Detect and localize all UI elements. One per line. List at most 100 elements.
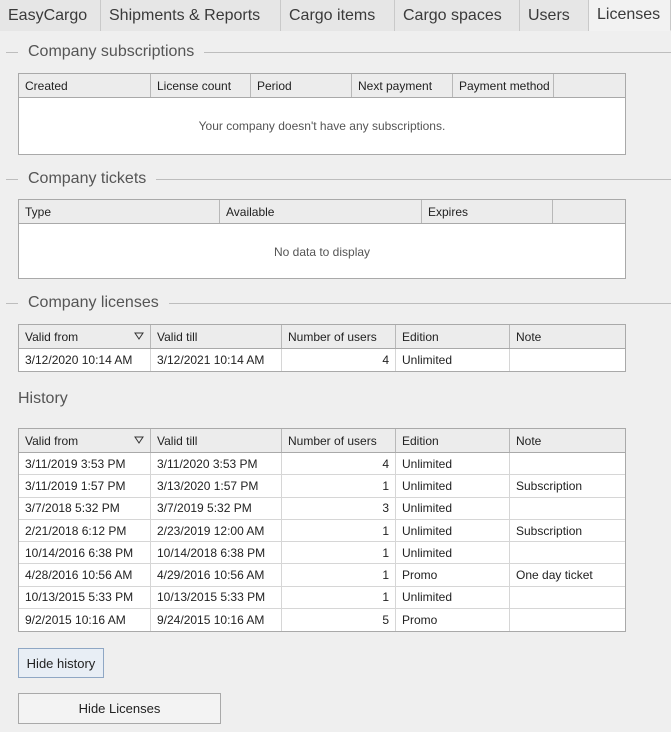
column-header-filler: [553, 200, 625, 223]
cell-number-of-users: 4: [282, 453, 396, 475]
licenses-grid: Valid from Valid till Number of users Ed…: [18, 324, 626, 372]
filter-icon[interactable]: [134, 331, 144, 341]
cell-note: One day ticket: [516, 568, 593, 583]
cell-number-of-users: 3: [282, 497, 396, 519]
licenses-page: Company subscriptions Created License co…: [0, 31, 671, 732]
cell-edition: Unlimited: [396, 586, 510, 609]
table-row[interactable]: 3/11/2019 1:57 PM 3/13/2020 1:57 PM 1 Unlim…: [19, 475, 625, 498]
column-header-valid-till[interactable]: Valid till: [151, 325, 282, 348]
cell-number-of-users: 1: [282, 519, 396, 542]
cell-valid-till: 9/24/2015 10:16 AM: [151, 609, 282, 632]
cell-valid-from: 10/14/2016 6:38 PM: [19, 542, 151, 564]
history-title: History: [18, 390, 68, 407]
cell-valid-till: 3/12/2021 10:14 AM: [151, 349, 282, 371]
table-row[interactable]: 3/12/2020 10:14 AM 3/12/2021 10:14 AM 4 …: [19, 349, 625, 371]
subscriptions-empty-message: Your company doesn't have any subscripti…: [198, 118, 446, 133]
cell-valid-from: 3/11/2019 1:57 PM: [19, 475, 151, 497]
column-header-valid-from[interactable]: Valid from: [19, 325, 151, 348]
cell-note: Subscription: [516, 478, 583, 493]
cell-note: [510, 542, 625, 563]
cell-valid-till: 10/13/2015 5:33 PM: [151, 586, 282, 609]
cell-valid-till: 2/23/2019 12:00 AM: [151, 519, 282, 542]
tab-users[interactable]: Users: [520, 0, 589, 31]
column-header-valid-from[interactable]: Valid from: [19, 429, 151, 452]
filter-icon[interactable]: [134, 435, 144, 445]
history-grid-header: Valid from Valid till Number of users Ed…: [19, 429, 625, 453]
column-header-type[interactable]: Type: [19, 200, 220, 223]
tickets-grid: Type Available Expires No data to displa…: [18, 199, 626, 279]
cell-valid-from: 4/28/2016 10:56 AM: [19, 564, 151, 586]
cell-edition: Promo: [396, 564, 510, 586]
subscriptions-grid-header: Created License count Period Next paymen…: [19, 74, 625, 98]
history-grid: Valid from Valid till Number of users Ed…: [18, 428, 626, 632]
tab-licenses[interactable]: Licenses: [589, 0, 671, 31]
cell-number-of-users: 5: [282, 609, 396, 632]
cell-valid-till: 3/7/2019 5:32 PM: [151, 497, 282, 519]
tickets-grid-header: Type Available Expires: [19, 200, 625, 224]
cell-valid-from: 9/2/2015 10:16 AM: [19, 609, 151, 632]
cell-note: [510, 498, 625, 519]
cell-valid-from: 3/11/2019 3:53 PM: [19, 453, 151, 475]
cell-valid-from: 10/13/2015 5:33 PM: [19, 586, 151, 609]
cell-note: [510, 349, 625, 371]
column-header-edition[interactable]: Edition: [396, 429, 510, 452]
subscriptions-grid: Created License count Period Next paymen…: [18, 73, 626, 155]
column-header-edition[interactable]: Edition: [396, 325, 510, 348]
table-row[interactable]: 10/13/2015 5:33 PM 10/13/2015 5:33 PM 1 Unl…: [19, 586, 625, 610]
tab-shipments-reports[interactable]: Shipments & Reports: [101, 0, 281, 31]
cell-note: [510, 587, 625, 608]
cell-valid-till: 10/14/2018 6:38 PM: [151, 542, 282, 564]
cell-edition: Promo: [396, 609, 510, 632]
column-header-created[interactable]: Created: [19, 74, 151, 97]
tickets-section-title: Company tickets: [0, 169, 671, 189]
tab-bar: EasyCargo Shipments & Reports Cargo item…: [0, 0, 671, 31]
column-header-expires[interactable]: Expires: [422, 200, 553, 223]
column-header-note[interactable]: Note: [510, 429, 625, 452]
table-row[interactable]: 10/14/2016 6:38 PM 10/14/2018 6:38 PM 1 Unl…: [19, 542, 625, 565]
cell-valid-from: 3/12/2020 10:14 AM: [19, 349, 151, 371]
column-header-period[interactable]: Period: [251, 74, 352, 97]
column-header-next-payment[interactable]: Next payment: [352, 74, 453, 97]
cell-edition: Unlimited: [396, 497, 510, 519]
cell-note: [510, 609, 625, 631]
cell-number-of-users: 1: [282, 564, 396, 586]
cell-valid-till: 3/11/2020 3:53 PM: [151, 453, 282, 475]
cell-number-of-users: 1: [282, 586, 396, 609]
table-row[interactable]: 9/2/2015 10:16 AM 9/24/2015 10:16 AM 5 Prom…: [19, 609, 625, 632]
cell-number-of-users: 4: [282, 349, 396, 371]
tickets-empty-message: No data to display: [273, 244, 371, 259]
cell-valid-till: 3/13/2020 1:57 PM: [151, 475, 282, 497]
tab-easycargo[interactable]: EasyCargo: [0, 0, 101, 31]
table-row[interactable]: 2/21/2018 6:12 PM 2/23/2019 12:00 AM 1 Unli…: [19, 519, 625, 543]
licenses-grid-header: Valid from Valid till Number of users Ed…: [19, 325, 625, 349]
cell-valid-till: 4/29/2016 10:56 AM: [151, 564, 282, 586]
cell-number-of-users: 1: [282, 475, 396, 497]
column-header-number-of-users[interactable]: Number of users: [282, 429, 396, 452]
cell-note: Subscription: [516, 523, 583, 538]
column-header-available[interactable]: Available: [220, 200, 422, 223]
cell-valid-from: 3/7/2018 5:32 PM: [19, 497, 151, 519]
subscriptions-section-title: Company subscriptions: [0, 42, 671, 62]
column-header-license-count[interactable]: License count: [151, 74, 251, 97]
cell-edition: Unlimited: [396, 475, 510, 497]
table-row[interactable]: 3/11/2019 3:53 PM 3/11/2020 3:53 PM 4 Unlim…: [19, 453, 625, 476]
cell-edition: Unlimited: [396, 542, 510, 564]
hide-history-button[interactable]: Hide history: [18, 648, 104, 678]
subscriptions-title: Company subscriptions: [28, 43, 195, 60]
table-row[interactable]: 3/7/2018 5:32 PM 3/7/2019 5:32 PM 3 Unlimit…: [19, 497, 625, 520]
history-rows: 3/11/2019 3:53 PM 3/11/2020 3:53 PM 4 Unlim…: [19, 453, 625, 632]
licenses-title: Company licenses: [28, 294, 159, 311]
column-header-label: Valid from: [25, 329, 79, 344]
cell-note: [510, 453, 625, 474]
tab-cargo-spaces[interactable]: Cargo spaces: [395, 0, 520, 31]
licenses-section-title: Company licenses: [0, 293, 671, 313]
cell-valid-from: 2/21/2018 6:12 PM: [19, 519, 151, 542]
tab-cargo-items[interactable]: Cargo items: [281, 0, 395, 31]
column-header-number-of-users[interactable]: Number of users: [282, 325, 396, 348]
column-header-note[interactable]: Note: [510, 325, 625, 348]
hide-licenses-button[interactable]: Hide Licenses: [18, 693, 221, 724]
table-row[interactable]: 4/28/2016 10:56 AM 4/29/2016 10:56 AM 1 Pro…: [19, 564, 625, 587]
column-header-payment-method[interactable]: Payment method: [453, 74, 554, 97]
column-header-valid-till[interactable]: Valid till: [151, 429, 282, 452]
cell-edition: Unlimited: [396, 349, 510, 371]
